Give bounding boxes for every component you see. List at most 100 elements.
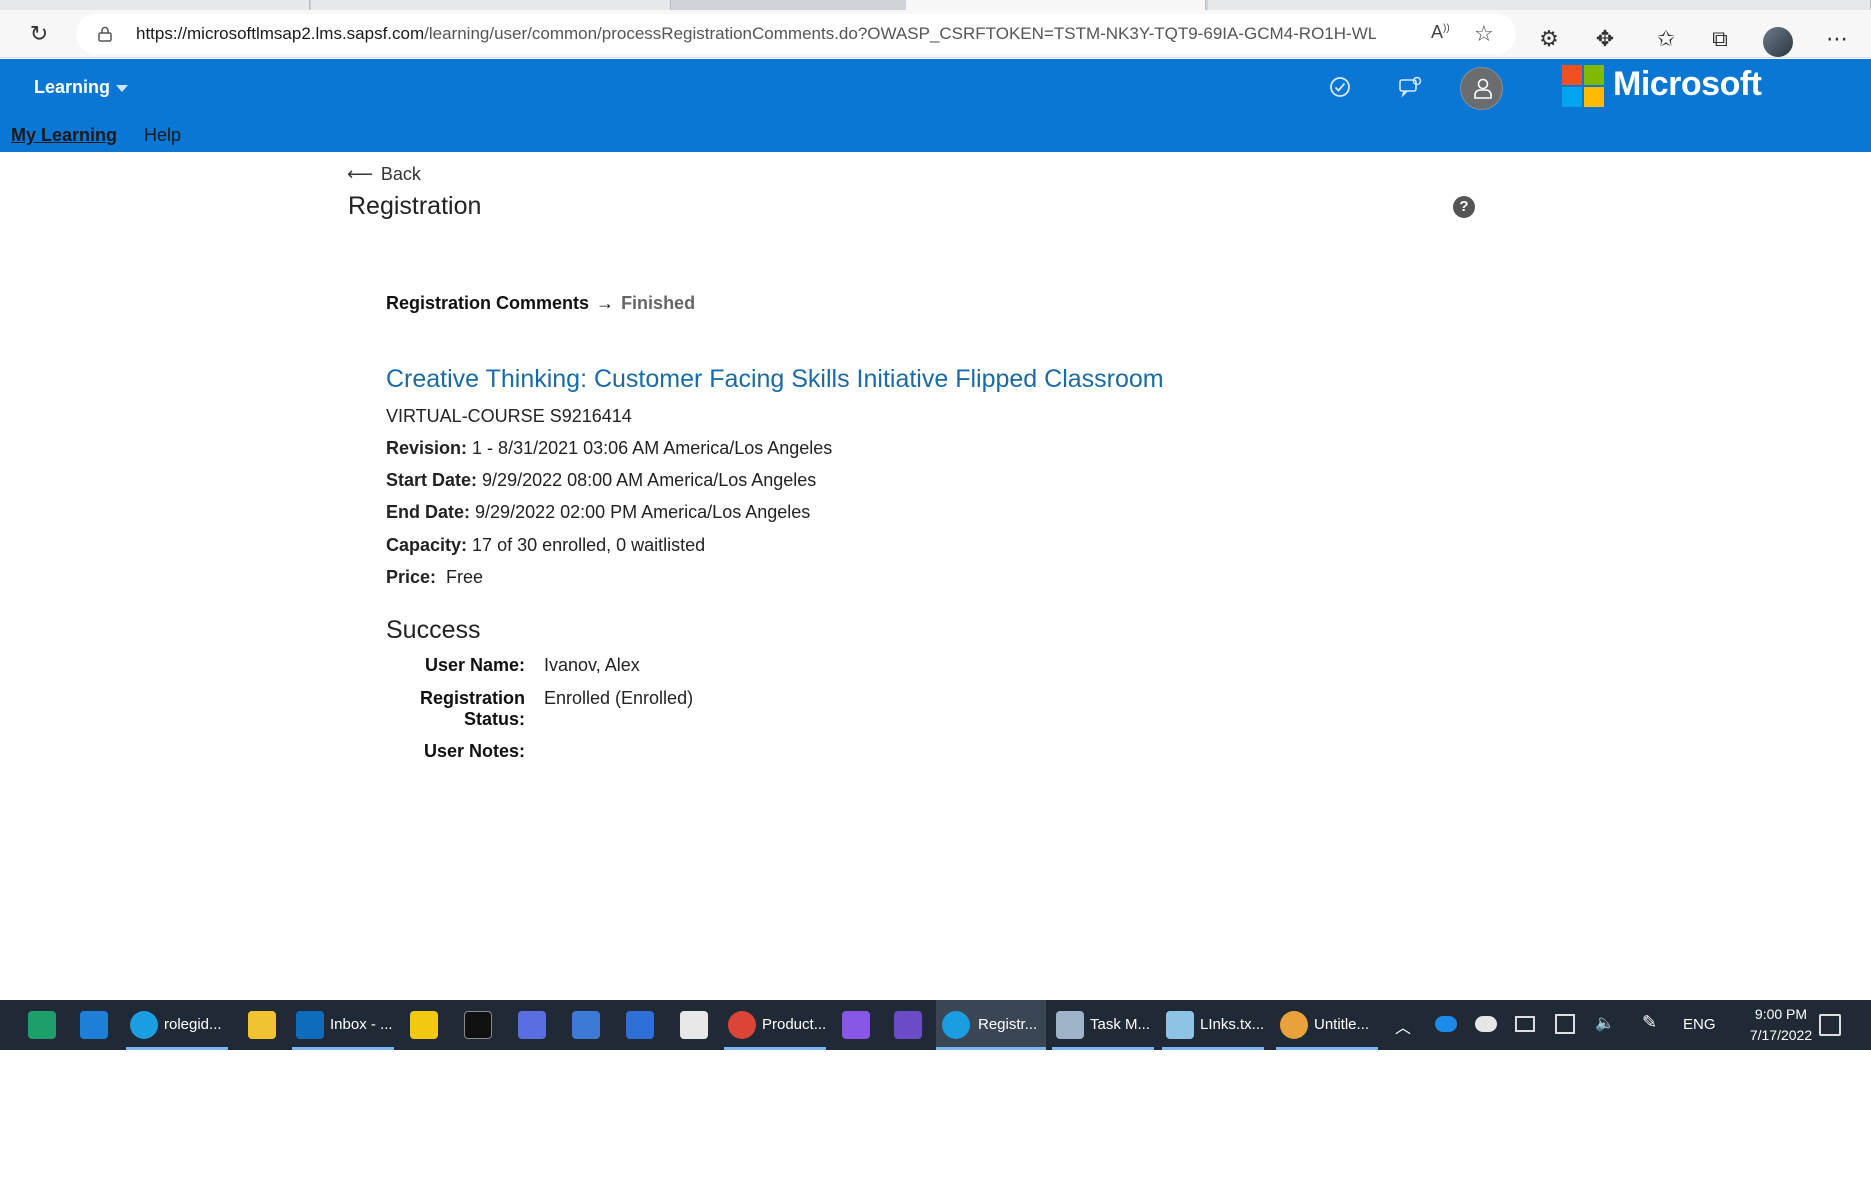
network-status-icon[interactable] [1555,1014,1575,1034]
powerbi-icon [410,1011,438,1039]
end-date-value: 9/29/2022 02:00 PM America/Los Angeles [475,502,811,522]
brand-wordmark: Microsoft [1613,65,1762,103]
taskbar-terminal[interactable] [456,1000,500,1050]
taskbar-python[interactable] [672,1000,716,1050]
end-date-row: End Date: 9/29/2022 02:00 PM America/Los… [386,502,810,523]
windows-taskbar: rolegid... Inbox - ... Product... Regist… [0,1000,1871,1050]
taskbar-vscode[interactable] [72,1000,116,1050]
taskbar-label: Registr... [978,1016,1038,1033]
registration-status-label-line2: Status: [463,709,525,729]
taskbar-label: rolegid... [164,1016,222,1033]
battery-icon[interactable] [1515,1016,1535,1032]
add-favorite-icon[interactable]: ☆ [1474,21,1494,47]
taskbar-file-explorer[interactable] [240,1000,284,1050]
nav-my-learning[interactable]: My Learning [11,125,117,146]
taskbar-paint[interactable]: Untitle... [1276,1000,1378,1050]
taskbar-chrome[interactable]: Product... [724,1000,826,1050]
more-icon[interactable]: ⋯ [1824,26,1850,52]
taskbar-vscode-insiders[interactable] [20,1000,64,1050]
python-icon [680,1011,708,1039]
onedrive-icon[interactable] [1435,1016,1457,1032]
caret-down-icon [116,84,129,92]
terminal-icon [464,1011,492,1039]
sub-navigation: My Learning Help [0,121,1871,152]
chrome-icon [728,1011,756,1039]
user-avatar-button[interactable] [1460,67,1503,110]
notifications-icon[interactable] [1397,75,1425,103]
taskbar-powerbi[interactable] [402,1000,446,1050]
notification-center-icon[interactable] [1819,1014,1841,1036]
taskbar-whiteboard[interactable] [618,1000,662,1050]
read-aloud-icon[interactable]: A)) [1431,22,1450,43]
taskbar-edge-rolegid[interactable]: rolegid... [126,1000,228,1050]
user-name-label: User Name: [424,655,525,675]
edge-icon [130,1011,158,1039]
start-date-label: Start Date: [386,470,478,490]
paint-icon [1280,1011,1308,1039]
puzzle-icon[interactable]: ✥ [1592,26,1618,52]
price-label: Price: [386,567,437,587]
course-title-link[interactable]: Creative Thinking: Customer Facing Skill… [386,365,1164,394]
step-indicator: Registration Comments → Finished [386,293,695,314]
visual-studio-preview-icon [894,1011,922,1039]
url-text[interactable]: https://microsoftlmsap2.lms.sapsf.com/le… [136,24,1376,44]
back-link[interactable]: ⟵ Back [347,164,421,185]
clock[interactable]: 9:00 PM 7/17/2022 [1736,1004,1826,1048]
onedrive-personal-icon[interactable] [1475,1016,1497,1032]
language-indicator[interactable]: ENG [1683,1016,1716,1036]
app-icon [572,1011,600,1039]
url-path: /learning/user/common/processRegistratio… [424,24,1376,43]
back-label: Back [380,164,421,184]
revision-row: Revision: 1 - 8/31/2021 03:06 AM America… [386,438,832,459]
empty-area-below-taskbar [0,1050,1871,1185]
approvals-icon[interactable] [1326,75,1354,103]
registration-status-label-line1: Registration [419,688,525,708]
registration-status-label: Registration Status: [385,688,525,730]
url-host: https://microsoftlmsap2.lms.sapsf.com [136,24,425,43]
clock-time: 9:00 PM [1754,1006,1808,1022]
taskbar-label: Inbox - ... [330,1016,393,1033]
price-value: Free [446,567,484,587]
course-code: VIRTUAL-COURSE S9216414 [386,406,632,426]
browser-tab[interactable] [311,0,671,10]
browser-tab[interactable] [1208,0,1871,10]
taskbar-edge-registration[interactable]: Registr... [936,1000,1046,1050]
learning-menu[interactable]: Learning [34,77,129,98]
profile-avatar[interactable] [1763,27,1793,57]
price-row: Price: Free [386,567,483,588]
taskbar-visual-studio[interactable] [834,1000,878,1050]
taskbar-label: Product... [762,1016,827,1033]
volume-icon[interactable]: 🔈 [1595,1013,1615,1035]
user-icon [1474,78,1492,99]
nav-help[interactable]: Help [144,125,181,146]
favorites-icon[interactable]: ✩ [1653,26,1679,52]
help-icon[interactable]: ? [1453,196,1475,218]
step-arrow: → [596,293,615,313]
collections-icon[interactable]: ⧉ [1707,26,1733,52]
network-icon [518,1011,546,1039]
file-explorer-icon [248,1011,276,1039]
taskbar-visual-studio-preview[interactable] [886,1000,930,1050]
taskbar-network-app[interactable] [510,1000,554,1050]
taskbar-outlook[interactable]: Inbox - ... [292,1000,394,1050]
notepad-icon [1166,1011,1194,1039]
taskbar-app[interactable] [564,1000,608,1050]
step-finished: Finished [621,293,696,313]
extension-icon[interactable]: ⚙ [1536,26,1562,52]
app-header: Learning Microsoft My Learning Help [0,59,1871,152]
success-heading: Success [386,616,481,644]
taskbar-notepad[interactable]: LInks.tx... [1162,1000,1264,1050]
show-hidden-icons-chevron-icon[interactable]: ︿ [1395,1014,1411,1037]
pen-icon[interactable]: ✎ [1642,1012,1657,1036]
taskbar-task-manager[interactable]: Task M... [1052,1000,1154,1050]
browser-tab[interactable] [0,0,310,10]
browser-tab-active[interactable] [906,0,1206,10]
registration-status-value: Enrolled (Enrolled) [544,688,694,708]
outlook-icon [296,1011,324,1039]
arrow-left-icon: ⟵ [347,164,373,184]
browser-tab-strip [0,0,1871,10]
refresh-icon[interactable]: ↻ [26,21,52,47]
address-bar[interactable]: https://microsoftlmsap2.lms.sapsf.com/le… [76,14,1516,54]
lock-icon[interactable] [98,26,112,42]
start-date-value: 9/29/2022 08:00 AM America/Los Angeles [482,470,817,490]
